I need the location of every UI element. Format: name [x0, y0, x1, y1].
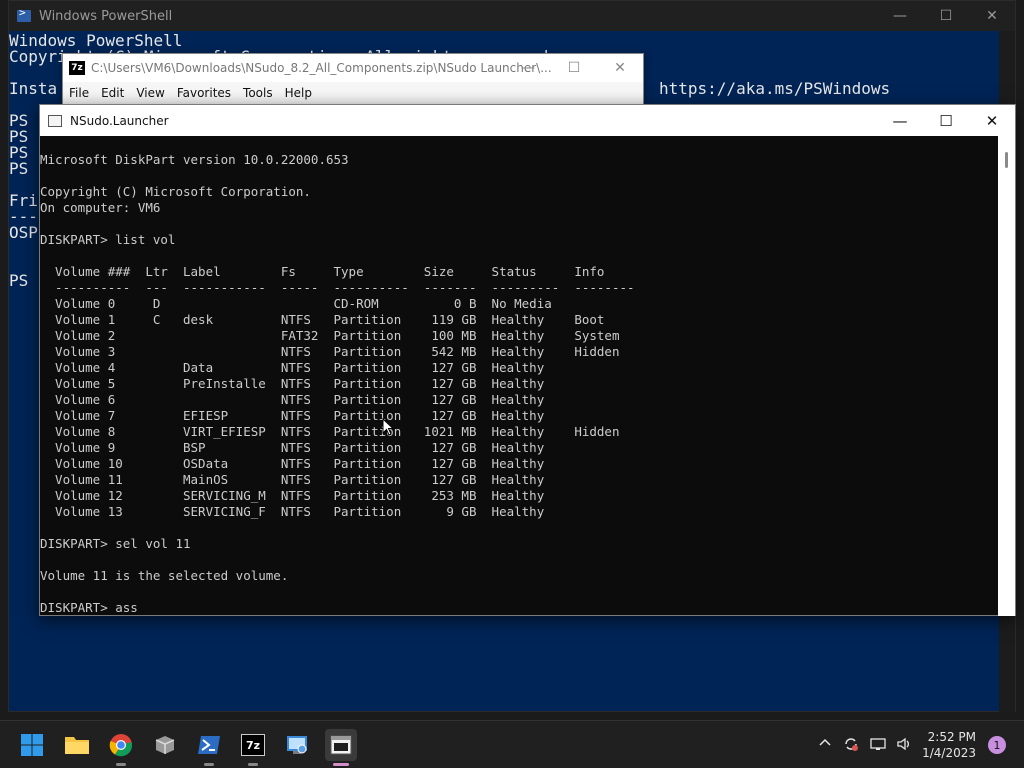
nsudo-launcher-window[interactable]: NSudo.Launcher — ☐ ✕ Microsoft DiskPart … — [39, 104, 1016, 616]
ps-windows-link: https://aka.ms/PSWindows — [659, 79, 891, 98]
control-panel-icon — [287, 736, 307, 754]
menu-edit[interactable]: Edit — [101, 86, 124, 100]
running-indicator — [248, 763, 258, 766]
taskbar: 7z 2:52 PM 1/4/2023 1 — [0, 720, 1024, 768]
taskbar-nsudo-launcher[interactable] — [325, 729, 357, 766]
volume-icon[interactable] — [896, 736, 912, 756]
console-line: PS — [9, 271, 29, 290]
volume-row: Volume 13 SERVICING_F NTFS Partition 9 G… — [40, 504, 545, 519]
maximize-button[interactable]: ☐ — [923, 1, 969, 31]
powershell-title: Windows PowerShell — [39, 8, 173, 24]
volume-row: Volume 8 VIRT_EFIESP NTFS Partition 1021… — [40, 424, 620, 439]
volume-row: Volume 7 EFIESP NTFS Partition 127 GB He… — [40, 408, 545, 423]
menu-help[interactable]: Help — [285, 86, 312, 100]
console-line: Insta — [9, 79, 58, 98]
volume-row: Volume 5 PreInstalle NTFS Partition 127 … — [40, 376, 545, 391]
console-line: DISKPART> sel vol 11 — [40, 536, 191, 551]
taskbar-powershell[interactable] — [193, 729, 225, 766]
7zip-icon: 7z — [241, 734, 265, 756]
volume-row: Volume 9 BSP NTFS Partition 127 GB Healt… — [40, 440, 545, 455]
minimize-button[interactable]: — — [877, 105, 923, 136]
maximize-button[interactable]: ☐ — [551, 54, 597, 82]
console-line: On computer: VM6 — [40, 200, 161, 215]
mouse-pointer-icon — [382, 418, 394, 436]
volume-row: Volume 4 Data NTFS Partition 127 GB Heal… — [40, 360, 545, 375]
volume-row: Volume 2 FAT32 Partition 100 MB Healthy … — [40, 328, 620, 343]
running-indicator — [204, 763, 214, 766]
volume-row: Volume 11 MainOS NTFS Partition 127 GB H… — [40, 472, 545, 487]
console-line: PS — [9, 159, 29, 178]
menu-tools[interactable]: Tools — [243, 86, 273, 100]
minimize-button[interactable]: — — [505, 54, 551, 82]
taskbar-control-panel[interactable] — [281, 729, 313, 761]
console-line: Copyright (C) Microsoft Corporation. — [40, 184, 311, 199]
console-line: Microsoft DiskPart version 10.0.22000.65… — [40, 152, 349, 167]
taskbar-package-app[interactable] — [149, 729, 181, 761]
volume-row: Volume 3 NTFS Partition 542 MB Healthy H… — [40, 344, 620, 359]
volume-table-header: Volume ### Ltr Label Fs Type Size Status… — [40, 264, 605, 279]
start-button[interactable] — [16, 729, 48, 761]
windows-logo-icon — [21, 734, 43, 756]
network-icon[interactable] — [870, 736, 886, 756]
console-line: Volume 11 is the selected volume. — [40, 568, 289, 583]
7zip-window[interactable]: 7z C:\Users\VM6\Downloads\NSudo_8.2_All_… — [62, 53, 644, 105]
volume-table-separator: ---------- --- ----------- ----- -------… — [40, 280, 635, 295]
running-indicator — [333, 763, 349, 766]
maximize-button[interactable]: ☐ — [923, 105, 969, 136]
volume-row: Volume 10 OSData NTFS Partition 127 GB H… — [40, 456, 545, 471]
volume-row: Volume 1 C desk NTFS Partition 119 GB He… — [40, 312, 605, 327]
minimize-button[interactable]: — — [877, 1, 923, 31]
package-icon — [155, 736, 175, 754]
7zip-titlebar[interactable]: 7z C:\Users\VM6\Downloads\NSudo_8.2_All_… — [63, 54, 643, 82]
7zip-icon: 7z — [69, 61, 85, 75]
console-window-icon — [48, 114, 62, 127]
console-scrollbar[interactable] — [998, 136, 1015, 616]
system-tray: 2:52 PM 1/4/2023 1 — [804, 721, 1024, 768]
notification-badge[interactable]: 1 — [988, 736, 1006, 754]
close-button[interactable]: ✕ — [597, 54, 643, 82]
chrome-icon — [109, 734, 133, 757]
taskbar-7zip[interactable]: 7z — [237, 729, 269, 766]
diskpart-console[interactable]: Microsoft DiskPart version 10.0.22000.65… — [40, 136, 1000, 616]
clock[interactable]: 2:52 PM 1/4/2023 — [922, 729, 976, 761]
volume-row: Volume 12 SERVICING_M NTFS Partition 253… — [40, 488, 545, 503]
nsudo-title: NSudo.Launcher — [70, 113, 169, 128]
menu-file[interactable]: File — [69, 86, 89, 100]
volume-row: Volume 6 NTFS Partition 127 GB Healthy — [40, 392, 545, 407]
taskbar-file-explorer[interactable] — [61, 729, 93, 761]
sync-icon[interactable] — [843, 736, 859, 756]
console-line: DISKPART> list vol — [40, 232, 176, 247]
scrollbar-thumb[interactable] — [1005, 152, 1008, 168]
menu-favorites[interactable]: Favorites — [177, 86, 231, 100]
running-indicator — [116, 763, 126, 766]
close-button[interactable]: ✕ — [969, 1, 1015, 31]
powershell-titlebar[interactable]: Windows PowerShell — ☐ ✕ — [9, 1, 1015, 31]
console-line: OSP — [9, 223, 38, 242]
close-button[interactable]: ✕ — [969, 105, 1015, 136]
powershell-icon — [17, 6, 31, 22]
console-input-line[interactable]: DISKPART> ass — [40, 600, 138, 616]
volume-row: Volume 0 D CD-ROM 0 B No Media — [40, 296, 552, 311]
menu-view[interactable]: View — [136, 86, 164, 100]
7zip-menubar: File Edit View Favorites Tools Help — [63, 82, 643, 104]
folder-icon — [65, 737, 89, 754]
console-window-icon — [330, 735, 352, 755]
clock-time: 2:52 PM — [927, 730, 976, 744]
chevron-up-icon[interactable] — [818, 736, 832, 754]
nsudo-titlebar[interactable]: NSudo.Launcher — ☐ ✕ — [40, 105, 1015, 136]
clock-date: 1/4/2023 — [922, 746, 976, 760]
7zip-title: C:\Users\VM6\Downloads\NSudo_8.2_All_Com… — [91, 61, 552, 75]
taskbar-chrome[interactable] — [105, 729, 137, 766]
powershell-icon — [198, 736, 220, 754]
